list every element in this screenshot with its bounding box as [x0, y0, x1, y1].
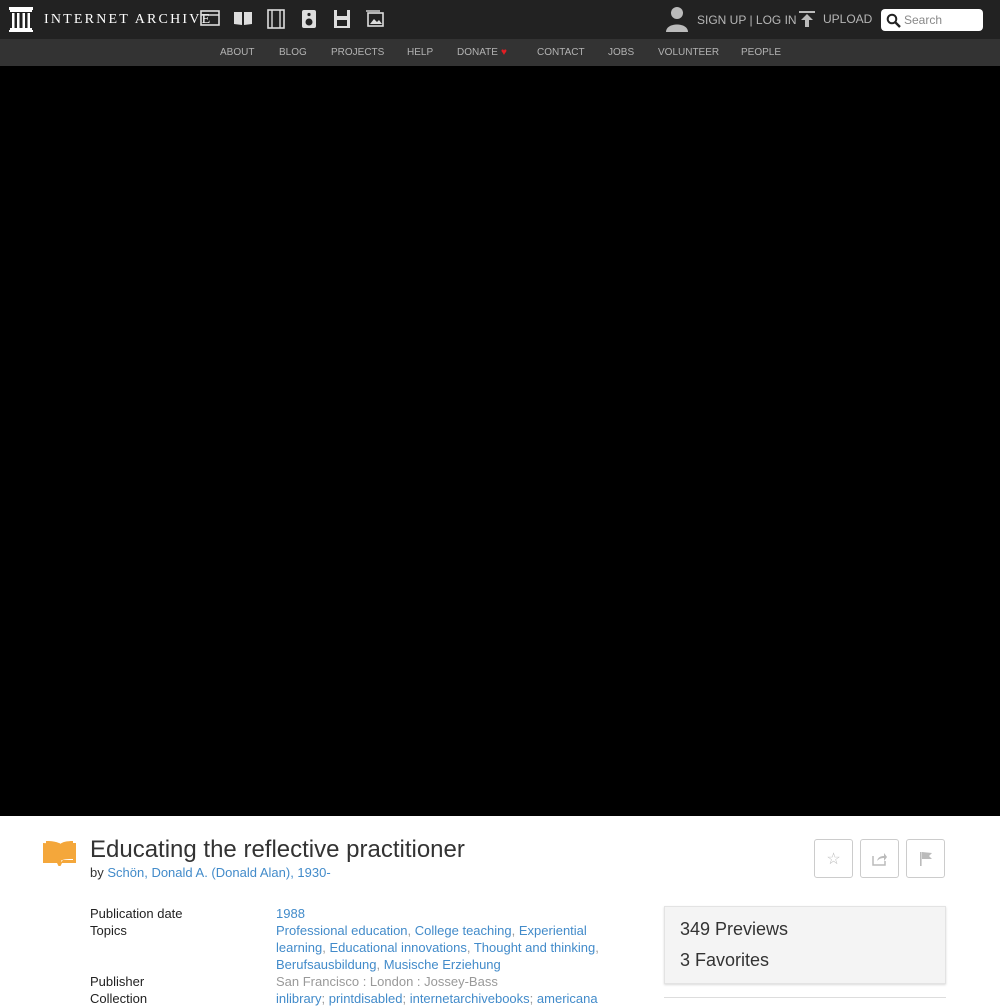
previews-count: 349 Previews	[680, 919, 789, 939]
search-input[interactable]	[904, 13, 980, 27]
collection-label: Collection	[90, 991, 148, 1006]
signup-login-link[interactable]: SIGN UP | LOG IN	[697, 13, 797, 27]
topic-link[interactable]: Musische Erziehung	[384, 957, 501, 972]
user-menu: SIGN UP | LOG IN	[665, 6, 797, 32]
audio-icon[interactable]	[299, 9, 321, 29]
subnav-blog[interactable]: BLOG	[279, 47, 307, 58]
subnav-jobs[interactable]: JOBS	[608, 47, 634, 58]
collection-list: inlibrary; printdisabled; internetarchiv…	[276, 991, 598, 1006]
subnav-people[interactable]: PEOPLE	[741, 47, 781, 58]
share-icon	[871, 852, 887, 866]
software-icon[interactable]	[332, 9, 354, 29]
subnav-about[interactable]: ABOUT	[220, 47, 254, 58]
collection-link[interactable]: printdisabled	[329, 991, 403, 1006]
upload-label: UPLOAD	[823, 11, 873, 26]
by-label: by	[90, 865, 104, 880]
texts-icon[interactable]	[233, 9, 255, 29]
subnav-volunteer[interactable]: VOLUNTEER	[658, 47, 719, 58]
favorites-count: 3 Favorites	[680, 950, 770, 970]
favorite-button[interactable]: ☆	[814, 839, 853, 878]
item-title: Educating the reflective practitioner	[90, 836, 465, 863]
book-reader-viewer[interactable]	[0, 66, 1000, 816]
upload-icon	[799, 11, 815, 27]
subnav-contact[interactable]: CONTACT	[537, 47, 585, 58]
byline: by Schön, Donald A. (Donald Alan), 1930-	[90, 865, 331, 880]
logo-text: INTERNET ARCHIVE	[44, 11, 213, 27]
topics-list: Professional education, College teaching…	[276, 923, 599, 972]
share-button[interactable]	[860, 839, 899, 878]
publication-date-value[interactable]: 1988	[276, 905, 606, 922]
flag-icon	[919, 852, 932, 866]
book-icon	[43, 841, 76, 866]
topic-link[interactable]: Berufsausbildung	[276, 957, 376, 972]
author-link[interactable]: Schön, Donald A. (Donald Alan), 1930-	[107, 865, 330, 880]
sub-nav: ABOUT BLOG PROJECTS HELP DONATE ♥ CONTACT…	[0, 39, 1000, 66]
subnav-donate[interactable]: DONATE ♥	[457, 47, 507, 58]
upload-button[interactable]: UPLOAD	[798, 10, 872, 28]
subnav-donate-label: DONATE	[457, 47, 498, 58]
publisher-value: San Francisco : London : Jossey-Bass	[276, 974, 498, 989]
flag-button[interactable]	[906, 839, 945, 878]
web-icon[interactable]	[200, 9, 222, 29]
topic-link[interactable]: Professional education	[276, 923, 408, 938]
item-stats-panel: 349 Previews 3 Favorites	[664, 906, 946, 984]
subnav-projects[interactable]: PROJECTS	[331, 47, 384, 58]
collection-link[interactable]: americana	[537, 991, 598, 1006]
search-icon[interactable]	[886, 13, 901, 28]
star-icon: ☆	[826, 850, 841, 868]
heart-icon: ♥	[500, 47, 507, 58]
internet-archive-logo[interactable]: INTERNET ARCHIVE	[9, 7, 212, 32]
search-box	[881, 9, 983, 31]
topic-link[interactable]: Educational innovations	[330, 940, 467, 955]
archive-building-icon	[9, 7, 33, 32]
divider	[664, 997, 946, 1007]
top-nav: INTERNET ARCHIVE SIGN UP | LOG IN UPLOAD	[0, 0, 1000, 39]
collection-link[interactable]: inlibrary	[276, 991, 322, 1006]
collection-link[interactable]: internetarchivebooks	[410, 991, 530, 1006]
publisher-label: Publisher	[90, 974, 145, 989]
user-avatar-icon[interactable]	[665, 6, 689, 32]
media-type-menu	[200, 9, 398, 29]
subnav-help[interactable]: HELP	[407, 47, 433, 58]
video-icon[interactable]	[266, 9, 288, 29]
images-icon[interactable]	[365, 9, 387, 29]
topic-link[interactable]: Thought and thinking	[474, 940, 595, 955]
topic-link[interactable]: College teaching	[415, 923, 512, 938]
publication-date-label: Publication date	[90, 906, 183, 921]
topics-label: Topics	[90, 923, 127, 938]
